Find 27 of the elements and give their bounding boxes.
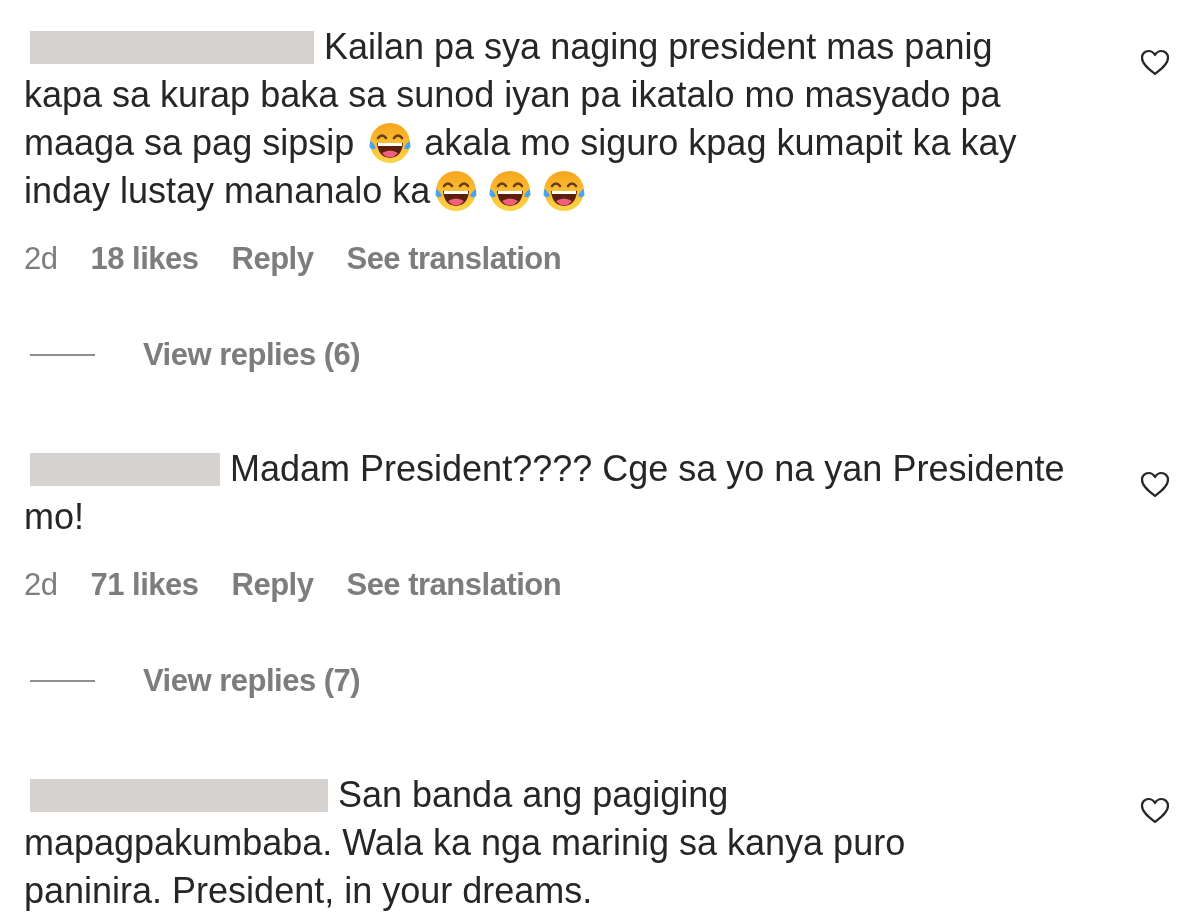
see-translation-link[interactable]: See translation <box>346 565 562 605</box>
see-translation-link[interactable]: See translation <box>346 239 562 279</box>
laughing-face-icon <box>434 169 479 213</box>
heart-icon[interactable] <box>1140 49 1170 76</box>
comment-text: Madam President???? Cge sa yo na yan Presidente <box>230 447 1065 491</box>
comment-text: paninira. President, in your dreams. <box>24 869 593 913</box>
laughing-face-icon <box>368 121 413 165</box>
likes-count-link[interactable]: 18 likes <box>90 239 199 279</box>
comment-time: 2d <box>24 566 58 604</box>
comment-text: maaga sa pag sipsip <box>24 121 355 165</box>
view-replies-link[interactable]: View replies (6) <box>143 335 361 375</box>
reply-link[interactable]: Reply <box>231 239 314 279</box>
heart-icon[interactable] <box>1140 471 1170 498</box>
heart-icon[interactable] <box>1140 797 1170 824</box>
laughing-face-icon <box>542 169 587 213</box>
comment-text: akala mo siguro kpag kumapit ka kay <box>424 121 1017 165</box>
likes-count-link[interactable]: 71 likes <box>90 565 199 605</box>
reply-link[interactable]: Reply <box>231 565 314 605</box>
view-replies-link[interactable]: View replies (7) <box>143 661 361 701</box>
comment-text: Kailan pa sya naging president mas panig <box>324 25 993 69</box>
comment-text: inday lustay mananalo ka <box>24 169 431 213</box>
comment-text: kapa sa kurap baka sa sunod iyan pa ikatalo mo masyado pa <box>24 73 1001 117</box>
laughing-face-icon <box>488 169 533 213</box>
comment-time: 2d <box>24 240 58 278</box>
comment-text: mo! <box>24 495 84 539</box>
comment-text: mapagpakumbaba. Wala ka nga marinig sa kanya puro <box>24 821 906 865</box>
comment-text: San banda ang pagiging <box>338 773 729 817</box>
